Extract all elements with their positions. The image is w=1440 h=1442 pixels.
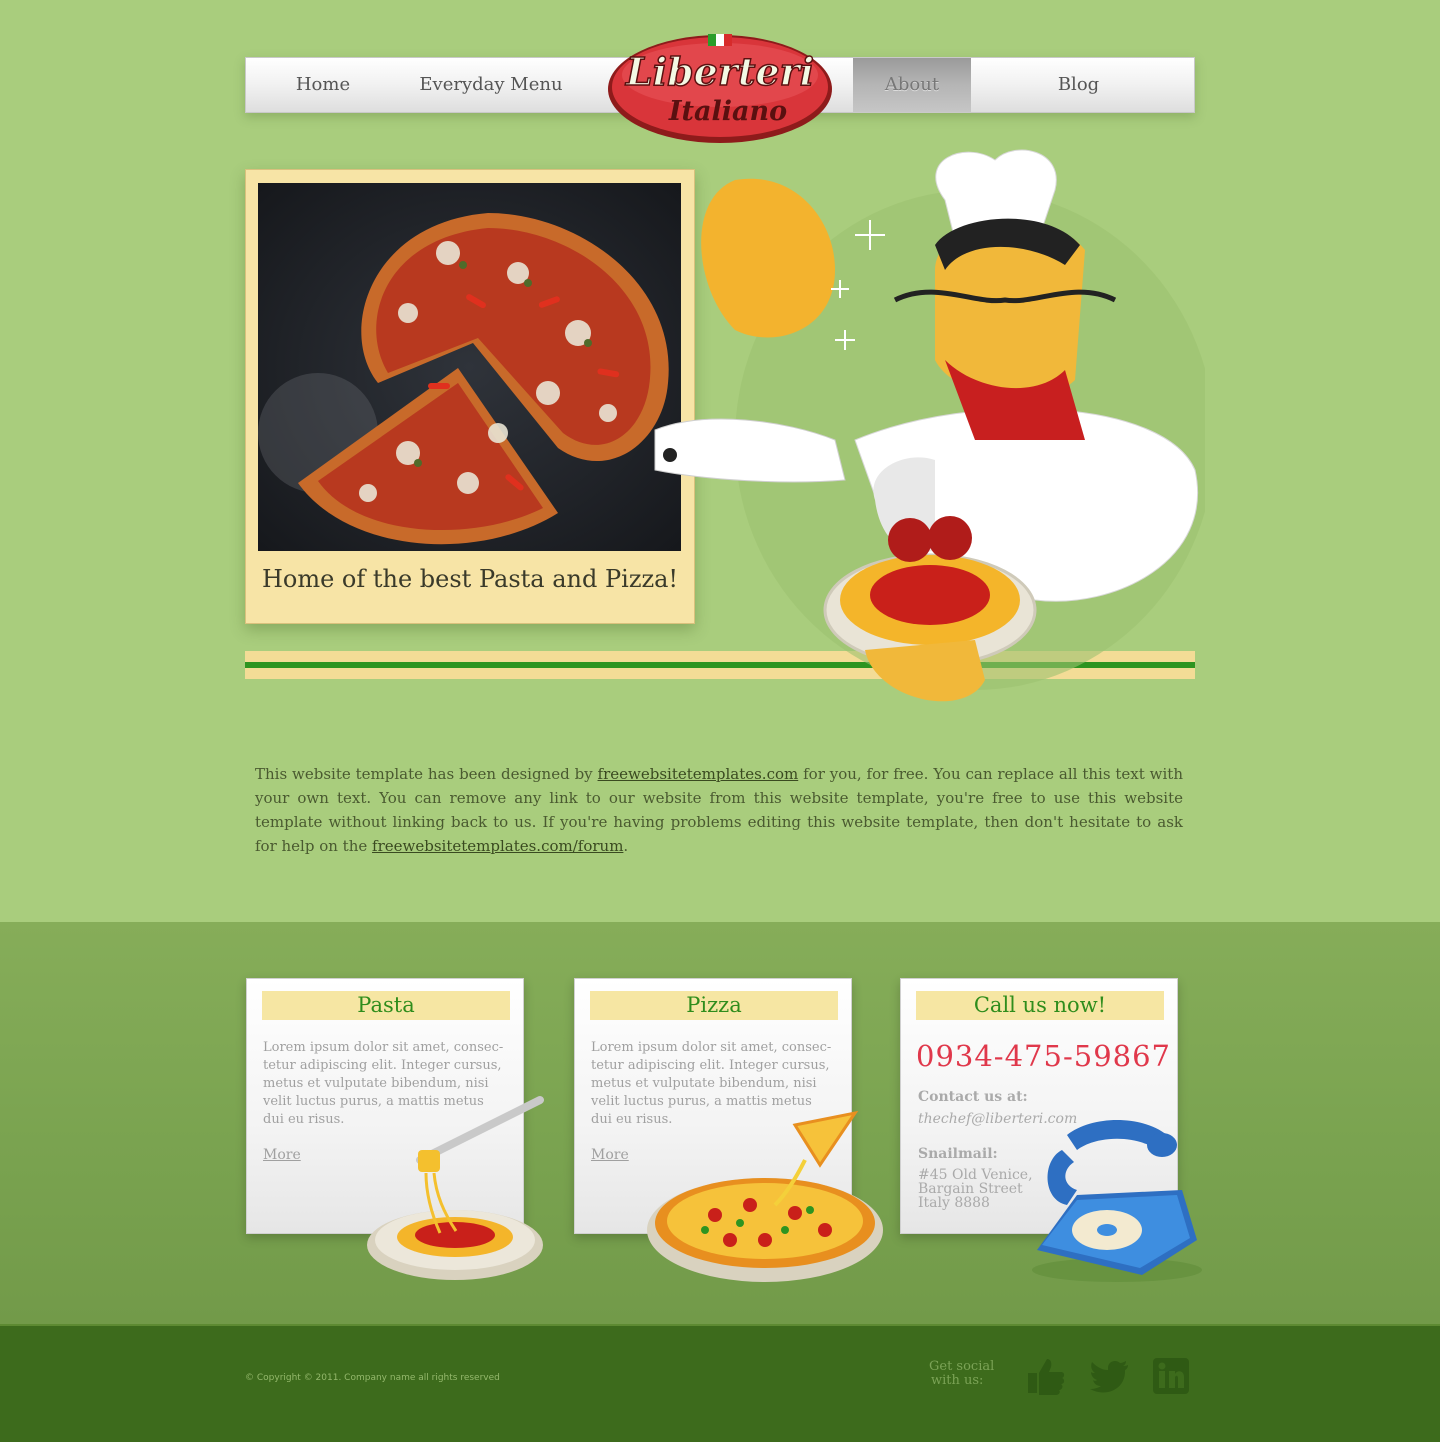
hero-frame: Home of the best Pasta and Pizza!	[245, 169, 695, 624]
pasta-card-title: Pasta	[262, 991, 510, 1020]
hero-caption: Home of the best Pasta and Pizza!	[261, 565, 679, 593]
pasta-plate-icon	[367, 1096, 544, 1280]
pizza-more-link[interactable]: More	[591, 1147, 629, 1163]
address-line-3: Italy 8888	[918, 1195, 990, 1211]
logo-text-liberteri: Liberteri	[625, 49, 814, 94]
pizza-plate-icon	[647, 1110, 883, 1282]
phone-number[interactable]: 0934-475-59867	[916, 1039, 1171, 1073]
facebook-like-icon[interactable]	[1025, 1355, 1067, 1397]
linkedin-icon[interactable]	[1150, 1355, 1192, 1397]
social-label-line-2: with us:	[931, 1373, 984, 1388]
nav-about[interactable]: About	[853, 58, 971, 112]
intro-text-1: This website template has been designed …	[255, 765, 598, 783]
address-line-1: #45 Old Venice,	[918, 1167, 1033, 1183]
intro-link-templates[interactable]: freewebsitetemplates.com	[598, 765, 799, 783]
contact-label: Contact us at:	[918, 1089, 1028, 1105]
chef-illustration	[654, 149, 1205, 702]
site-logo[interactable]: Liberteri Italiano	[605, 27, 835, 145]
intro-link-forum[interactable]: freewebsitetemplates.com/forum	[372, 837, 623, 855]
social-label: Get social with us:	[929, 1360, 999, 1388]
intro-paragraph: This website template has been designed …	[255, 762, 1183, 858]
snailmail-label: Snailmail:	[918, 1146, 998, 1162]
nav-everyday-menu[interactable]: Everyday Menu	[401, 58, 581, 112]
call-card-title: Call us now!	[916, 991, 1164, 1020]
nav-blog[interactable]: Blog	[1021, 58, 1136, 112]
telephone-icon	[1032, 1120, 1202, 1282]
twitter-icon[interactable]	[1088, 1355, 1130, 1397]
nav-home[interactable]: Home	[273, 58, 373, 112]
footer	[0, 1324, 1440, 1442]
intro-text-3: .	[623, 837, 629, 855]
pizza-photo	[258, 183, 681, 551]
pizza-card-title: Pizza	[590, 991, 838, 1020]
logo-text-italiano: Italiano	[668, 96, 787, 127]
copyright-text: © Copyright © 2011. Company name all rig…	[245, 1373, 500, 1383]
pasta-more-link[interactable]: More	[263, 1147, 301, 1163]
address-line-2: Bargain Street	[918, 1181, 1023, 1197]
social-label-line-1: Get social	[929, 1359, 995, 1374]
